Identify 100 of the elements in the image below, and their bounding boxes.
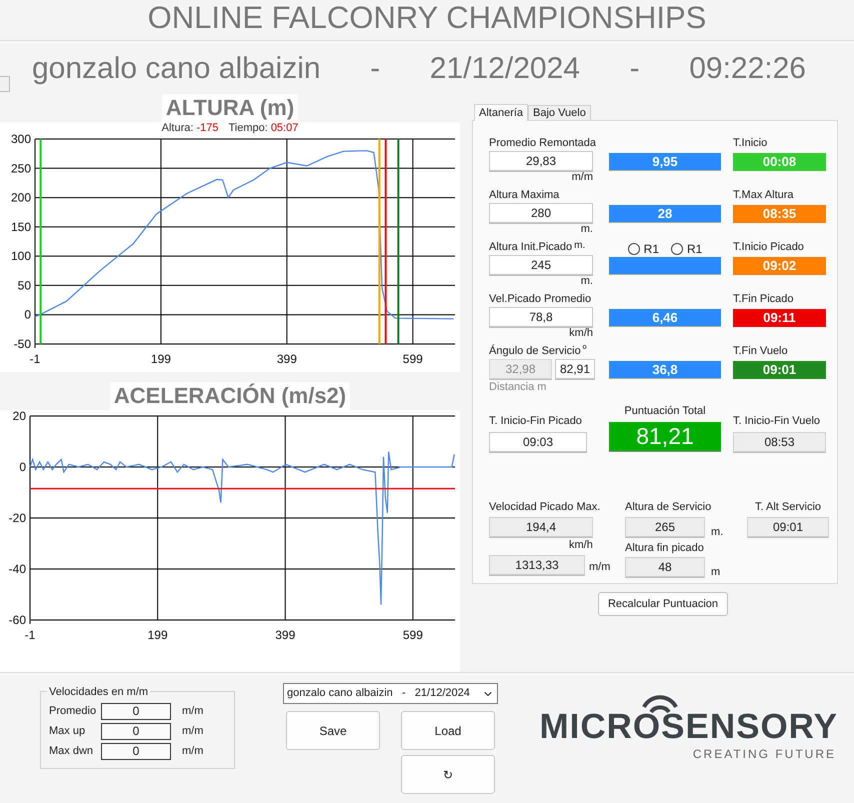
tick-label: 399 bbox=[276, 352, 297, 366]
timer-box: 09:01 bbox=[733, 361, 826, 379]
readout-label: Tiempo: bbox=[228, 122, 268, 134]
timer-label: T.Inicio bbox=[733, 137, 768, 151]
action-button[interactable]: Save bbox=[286, 711, 380, 750]
timer-box: 09:11 bbox=[733, 309, 826, 327]
value-field[interactable]: 48 bbox=[625, 557, 705, 577]
field-label: T. Alt Servicio bbox=[754, 500, 822, 514]
tick-label: -40 bbox=[8, 562, 26, 576]
score-box: 6,46 bbox=[609, 309, 721, 327]
value-field[interactable]: 29,83 bbox=[489, 151, 593, 171]
timer-label: T.Inicio Picado bbox=[733, 241, 805, 255]
value-field[interactable]: 245 bbox=[489, 255, 593, 275]
action-button[interactable]: ↻ bbox=[401, 755, 495, 794]
field-label: Promedio Remontada bbox=[489, 137, 596, 150]
field-label: Ángulo de Servicio bbox=[489, 345, 581, 358]
tick-label: -50 bbox=[14, 337, 31, 351]
radio-button[interactable]: R1 bbox=[628, 240, 659, 258]
session-info: - bbox=[370, 52, 380, 86]
timer-box: 08:35 bbox=[733, 205, 826, 223]
field-label: T. Inicio-Fin Picado bbox=[489, 415, 582, 428]
field-label: Vel.Picado Promedio bbox=[489, 293, 592, 306]
session-info: - bbox=[630, 52, 640, 86]
speed-label: Max up bbox=[49, 724, 86, 739]
logo-name: MICROSENSORY bbox=[539, 709, 838, 745]
unit-label: m. bbox=[580, 275, 593, 287]
chart-title: ALTURA (m) bbox=[162, 94, 298, 122]
score-box: 36,8 bbox=[609, 361, 721, 379]
speed-field[interactable]: 0 bbox=[101, 742, 171, 760]
tick-label: 50 bbox=[18, 278, 31, 292]
tick-label: -1 bbox=[24, 628, 36, 642]
wifi-icon bbox=[640, 695, 680, 715]
unit-label: m. bbox=[574, 241, 586, 251]
unit-label: m/m bbox=[182, 704, 204, 719]
field-label: Velocidad Picado Max. bbox=[489, 500, 602, 514]
timer-box: 09:02 bbox=[733, 257, 826, 275]
unit-label: m. bbox=[580, 223, 593, 235]
chart-title: ACELERACIÓN (m/s2) bbox=[110, 382, 350, 410]
field-label: Puntuación Total bbox=[623, 405, 707, 418]
action-button[interactable]: Load bbox=[401, 711, 495, 750]
session-info: 09:22:26 bbox=[689, 52, 806, 86]
tick-label: -1 bbox=[30, 352, 40, 366]
session-dropdown[interactable]: gonzalo cano albaizin - 21/12/2024 bbox=[283, 683, 498, 704]
value-field[interactable]: 09:03 bbox=[489, 432, 587, 452]
readout-label: Altura: bbox=[162, 122, 194, 134]
score-box: 28 bbox=[609, 205, 721, 223]
speed-label: Max dwn bbox=[49, 744, 94, 759]
tick-label: 250 bbox=[10, 161, 31, 176]
tick-label: 300 bbox=[10, 132, 31, 146]
unit-label: m/m bbox=[572, 171, 593, 183]
tick-label: 20 bbox=[12, 409, 26, 423]
tick-label: -20 bbox=[8, 511, 26, 525]
value-field[interactable]: 265 bbox=[625, 517, 705, 537]
field-label: Altura Maxima bbox=[489, 189, 560, 202]
speed-label: Promedio bbox=[49, 704, 98, 719]
speed-field[interactable]: 0 bbox=[101, 722, 171, 740]
unit-label: m/m bbox=[182, 744, 204, 759]
tick-label: 100 bbox=[10, 249, 31, 264]
total-score: 81,21 bbox=[609, 422, 721, 452]
tick-label: 0 bbox=[24, 308, 31, 322]
value-field[interactable]: 08:53 bbox=[733, 432, 826, 452]
tick-label: 399 bbox=[275, 628, 296, 642]
tab-edge[interactable] bbox=[0, 76, 10, 92]
readout-value: -175 bbox=[196, 122, 218, 134]
tick-label: 599 bbox=[402, 352, 423, 366]
field-label: T. Inicio-Fin Vuelo bbox=[733, 415, 820, 428]
unit-label: m. bbox=[711, 524, 724, 540]
tab[interactable]: Bajo Vuelo bbox=[528, 105, 591, 120]
timer-label: T.Fin Vuelo bbox=[733, 345, 789, 359]
timer-label: T.Max Altura bbox=[733, 189, 795, 203]
tick-label: -60 bbox=[8, 613, 26, 627]
field-label: Altura de Servicio bbox=[625, 500, 712, 514]
tab[interactable]: Altanería bbox=[474, 104, 528, 121]
value-field[interactable]: 78,8 bbox=[489, 307, 593, 327]
value-field[interactable]: 82,91 bbox=[555, 359, 595, 379]
unit-label: km/h bbox=[569, 327, 593, 339]
unit-label: m/m bbox=[589, 560, 610, 574]
unit-label: km/h bbox=[569, 538, 594, 553]
app-title: ONLINE FALCONRY CHAMPIONSHIPS bbox=[146, 0, 708, 37]
unit-label: m/m bbox=[182, 724, 204, 739]
radio-button[interactable]: R1 bbox=[671, 240, 702, 258]
value-field[interactable]: 194,4 bbox=[489, 517, 593, 537]
speed-field[interactable]: 0 bbox=[101, 702, 171, 720]
score-box: 9,95 bbox=[609, 153, 721, 171]
value-field[interactable]: 09:01 bbox=[747, 517, 829, 537]
tick-label: 199 bbox=[150, 352, 171, 366]
readout-value: 05:07 bbox=[270, 122, 298, 134]
value-field[interactable]: 1313,33 bbox=[489, 555, 585, 575]
unit-label: º bbox=[582, 345, 586, 355]
unit-label: m bbox=[711, 564, 720, 580]
session-info: 21/12/2024 bbox=[430, 52, 580, 86]
logo-tagline: CREATING FUTURE bbox=[692, 746, 836, 763]
tick-label: 0 bbox=[19, 460, 26, 474]
tick-label: 200 bbox=[10, 190, 31, 205]
timer-box: 00:08 bbox=[733, 153, 826, 171]
tick-label: 599 bbox=[402, 628, 423, 642]
value-field[interactable]: 280 bbox=[489, 203, 593, 223]
tick-label: 199 bbox=[148, 628, 168, 642]
recalculate-button[interactable]: Recalcular Puntuacion bbox=[598, 592, 728, 616]
field-label: Altura fin picado bbox=[625, 541, 705, 555]
